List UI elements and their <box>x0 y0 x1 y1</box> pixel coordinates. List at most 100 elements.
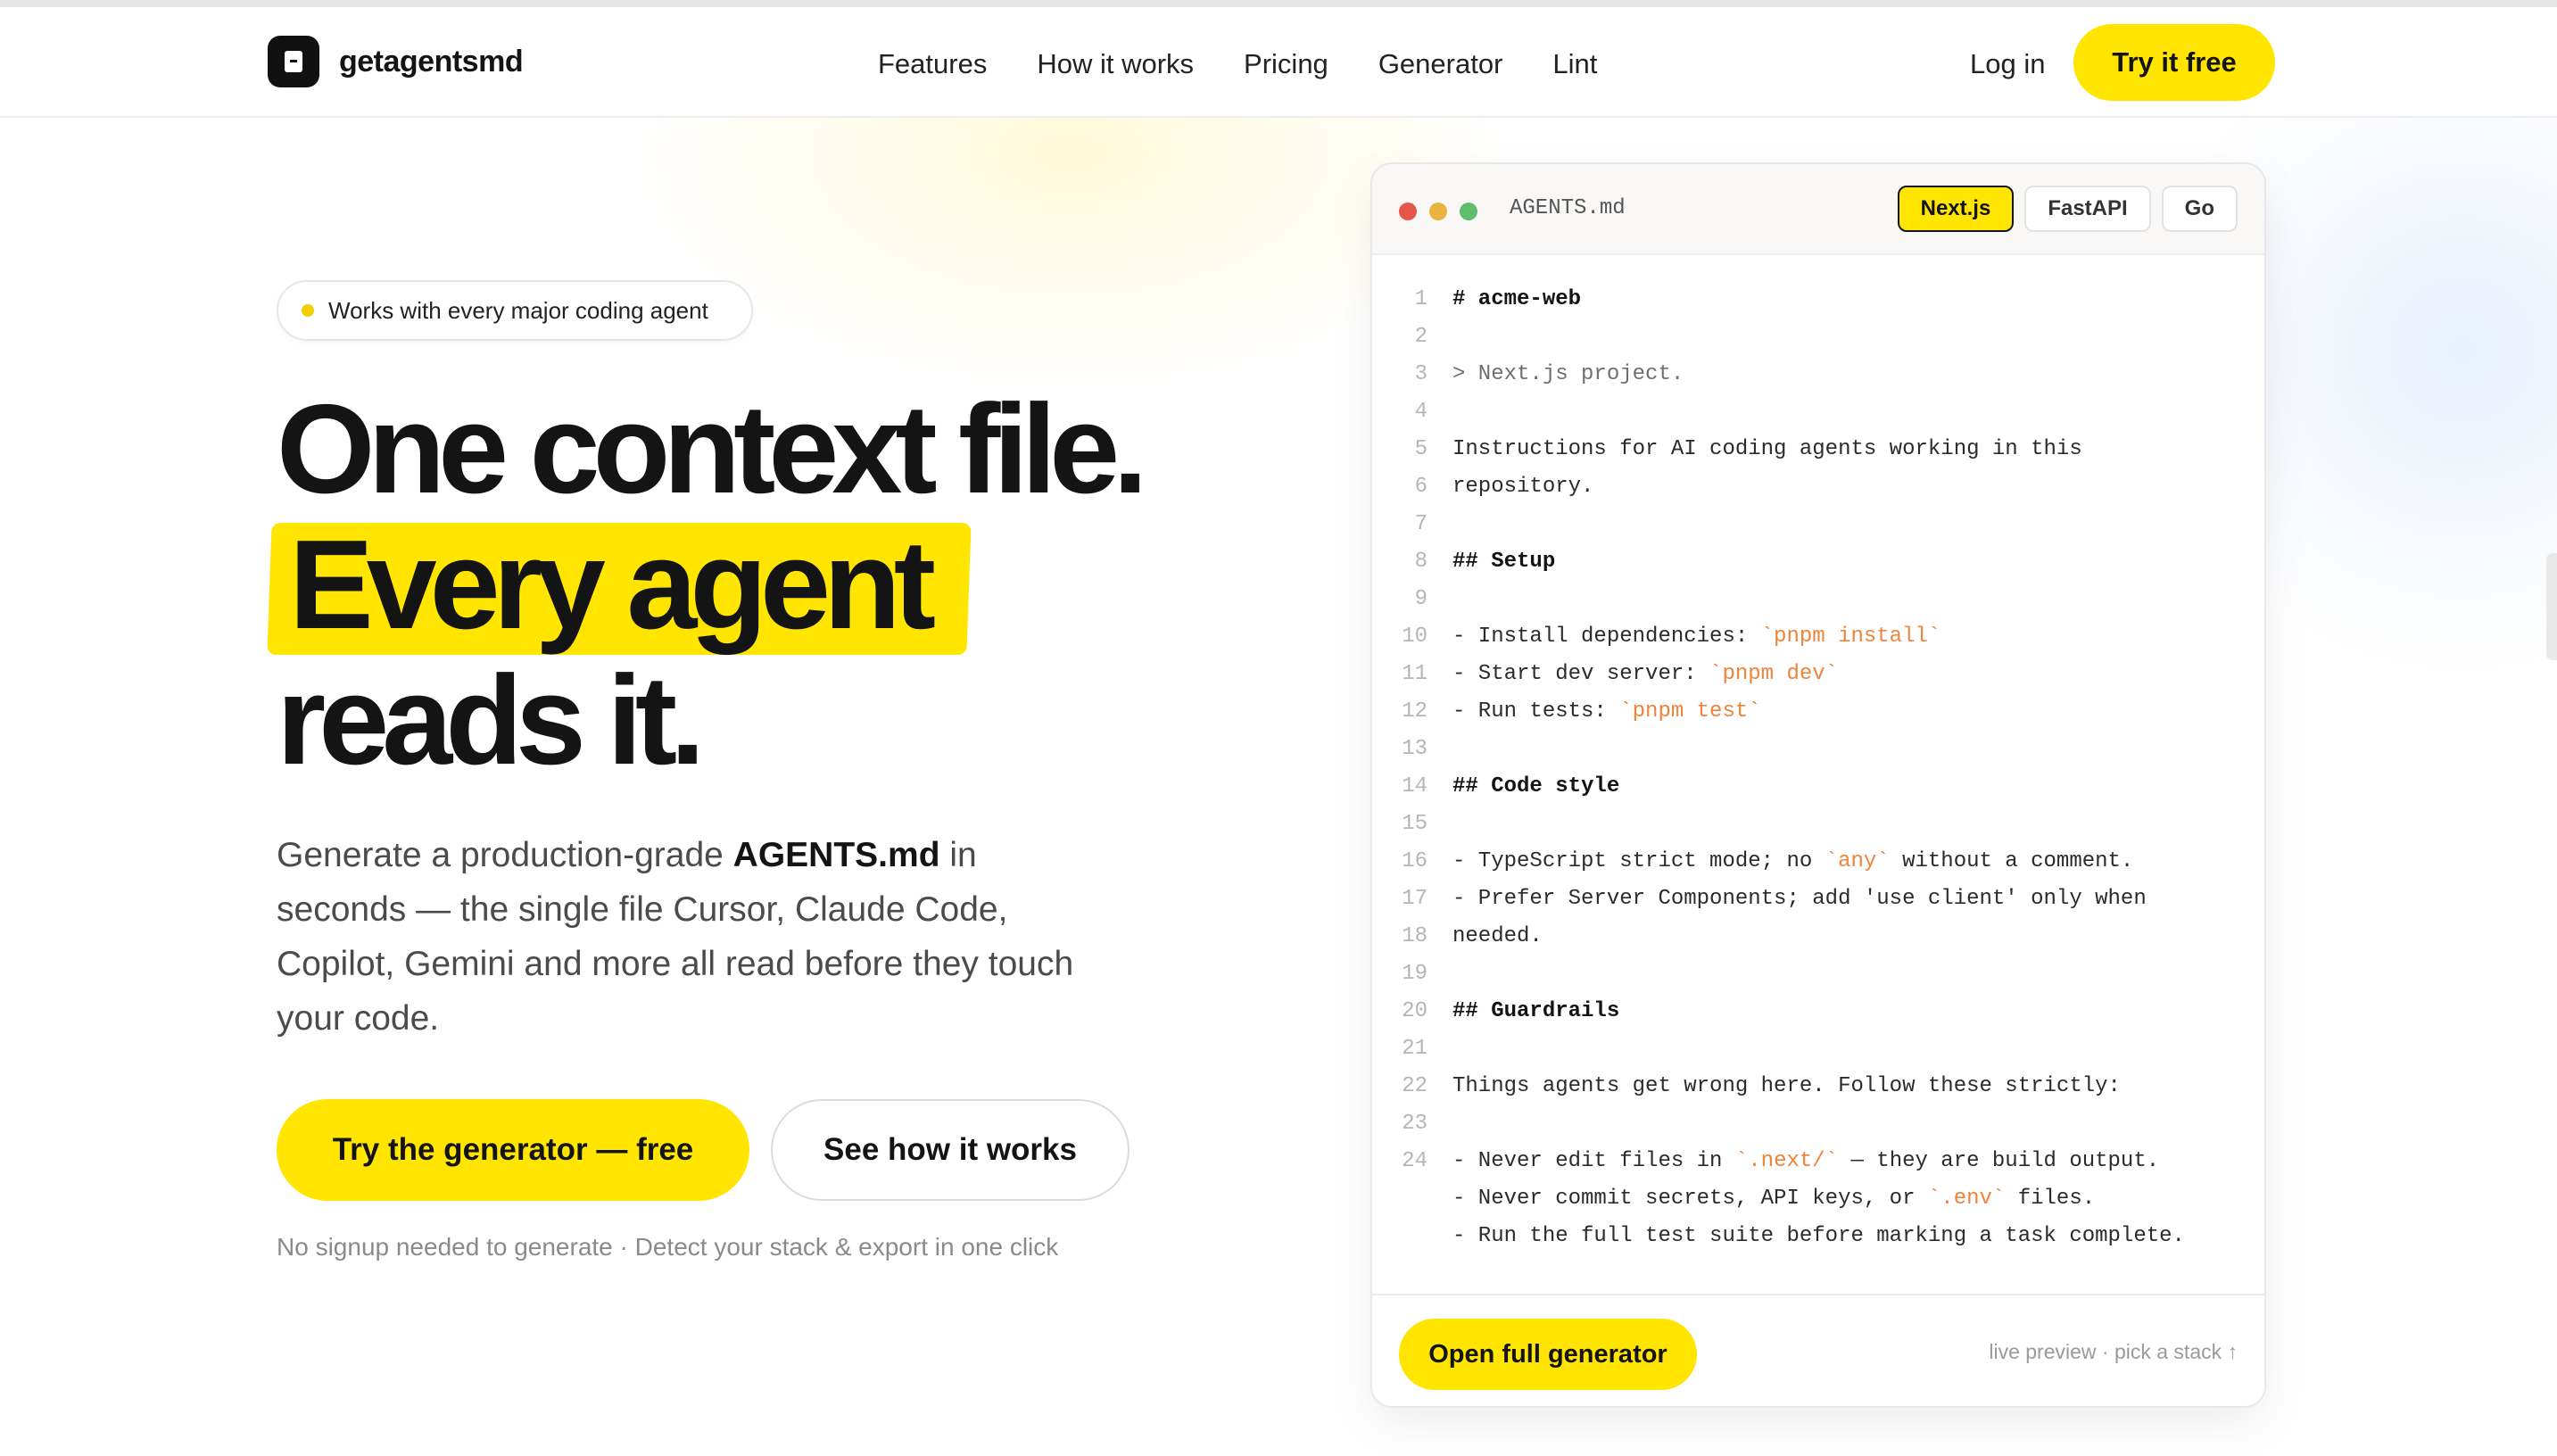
code-line: 3 > Next.js project. <box>1372 355 2264 393</box>
tab-fastapi[interactable]: FastAPI <box>2024 186 2151 232</box>
status-dot-icon <box>302 304 314 317</box>
line-number: 15 <box>1402 811 1427 836</box>
line-number: 7 <box>1414 511 1427 536</box>
hero-title: One context file. Every agent reads it. <box>267 378 1148 791</box>
code-line: 5 Instructions for AI coding agents worki… <box>1372 430 2264 467</box>
editor-file-name: AGENTS.md <box>1510 196 1626 220</box>
code-line: - Run the full test suite before marking… <box>1372 1217 2264 1254</box>
line-number: 19 <box>1402 961 1427 986</box>
code-line: 19 <box>1372 955 2264 992</box>
code-view[interactable]: 1 # acme-web 2 3 > Next.js project. 4 5 Instruc… <box>1372 280 2264 1254</box>
line-number: 24 <box>1402 1148 1427 1173</box>
line-number: 23 <box>1402 1111 1427 1136</box>
tab-nextjs[interactable]: Next.js <box>1897 186 2015 232</box>
code-line: 23 <box>1372 1104 2264 1142</box>
line-number: 4 <box>1414 399 1427 424</box>
code-line: 17 - Prefer Server Components; add 'use c… <box>1372 880 2264 917</box>
hero-title-line-1: One context file. <box>277 378 1148 520</box>
top-nav: getagentsmd Features How it works Pricin… <box>0 7 2557 118</box>
try-generator-button[interactable]: Try the generator — free <box>277 1099 749 1201</box>
line-number: 6 <box>1414 474 1427 499</box>
line-content: Instructions for AI coding agents workin… <box>1452 436 2082 461</box>
document-icon <box>268 36 319 87</box>
line-text: # acme-web <box>1452 287 1581 311</box>
code-line: 22 Things agents get wrong here. Follow t… <box>1372 1067 2264 1104</box>
inline-code: `pnpm dev` <box>1709 661 1839 686</box>
line-text: - Never edit files in `.next/` — they ar… <box>1452 1149 2159 1173</box>
code-line: 7 <box>1372 505 2264 542</box>
editor-titlebar: AGENTS.md Next.js FastAPI Go <box>1372 164 2264 255</box>
side-scroll-handle[interactable] <box>2546 553 2557 660</box>
line-text: Things agents get wrong here. Follow the… <box>1452 1074 2121 1098</box>
line-content-after: files. <box>2005 1186 2096 1211</box>
line-text: - Start dev server: `pnpm dev` <box>1452 662 1838 686</box>
try-it-free-button[interactable]: Try it free <box>2073 24 2275 101</box>
tab-go[interactable]: Go <box>2161 186 2238 232</box>
line-number: 13 <box>1402 736 1427 761</box>
login-link[interactable]: Log in <box>1970 48 2045 80</box>
line-content: - Start dev server: <box>1452 661 1710 686</box>
line-number: 8 <box>1414 549 1427 574</box>
agents-md-preview: AGENTS.md Next.js FastAPI Go 1 # acme-web… <box>1370 162 2266 1408</box>
code-line: 12 - Run tests: `pnpm test` <box>1372 692 2264 730</box>
line-content: - TypeScript strict mode; no <box>1452 848 1825 873</box>
nav-links: Features How it works Pricing Generator … <box>878 48 1647 80</box>
see-how-it-works-button[interactable]: See how it works <box>771 1099 1130 1201</box>
code-line: 16 - TypeScript strict mode; no `any` wit… <box>1372 842 2264 880</box>
top-border <box>0 0 2557 7</box>
line-number: 10 <box>1402 624 1427 649</box>
code-line: 2 <box>1372 318 2264 355</box>
code-line: 24 - Never edit files in `.next/` — they … <box>1372 1142 2264 1179</box>
compat-badge: Works with every major coding agent <box>277 280 753 341</box>
hero-title-line-3: reads it. <box>277 649 706 791</box>
stack-tabs: Next.js FastAPI Go <box>1887 186 2238 232</box>
preview-hint: live preview · pick a stack ↑ <box>1989 1340 2238 1363</box>
nav-link-features[interactable]: Features <box>878 48 987 80</box>
window-maximize-dot-icon <box>1460 203 1477 220</box>
badge-text: Works with every major coding agent <box>328 296 708 324</box>
inline-code: `pnpm test` <box>1619 699 1761 724</box>
hero-description: Generate a production-grade AGENTS.md in… <box>277 828 1115 1046</box>
nav-link-how-it-works[interactable]: How it works <box>1037 48 1194 80</box>
hero-title-highlight: Every agent <box>267 517 972 655</box>
line-number: 20 <box>1402 998 1427 1023</box>
inline-code: `.env` <box>1927 1186 2006 1211</box>
desc-text-start: Generate a production-grade <box>277 836 733 874</box>
inline-code: `.next/` <box>1734 1148 1839 1173</box>
line-number: 22 <box>1402 1073 1427 1098</box>
code-line: 15 <box>1372 805 2264 842</box>
line-number: 5 <box>1414 436 1427 461</box>
line-number: 9 <box>1414 586 1427 611</box>
code-line: 8 ## Setup <box>1372 542 2264 580</box>
open-full-generator-button[interactable]: Open full generator <box>1399 1319 1697 1390</box>
fine-print: No signup needed to generate · Detect yo… <box>277 1233 1059 1261</box>
line-text: needed. <box>1452 924 1543 948</box>
line-text: - Run tests: `pnpm test` <box>1452 699 1761 724</box>
line-content: ## Code style <box>1452 774 1620 798</box>
line-number: 18 <box>1402 923 1427 948</box>
line-content: repository. <box>1452 474 1594 499</box>
nav-link-pricing[interactable]: Pricing <box>1244 48 1328 80</box>
line-text: - TypeScript strict mode; no `any` witho… <box>1452 849 2133 873</box>
nav-link-generator[interactable]: Generator <box>1378 48 1503 80</box>
line-content: - Run tests: <box>1452 699 1620 724</box>
line-content: ## Guardrails <box>1452 998 1620 1023</box>
code-line: 6 repository. <box>1372 467 2264 505</box>
code-line: 14 ## Code style <box>1372 767 2264 805</box>
inline-code: `pnpm install` <box>1760 624 1941 649</box>
inline-code: `any` <box>1825 848 1890 873</box>
line-text: - Prefer Server Components; add 'use cli… <box>1452 887 2147 911</box>
line-number: 11 <box>1402 661 1427 686</box>
line-content: - Prefer Server Components; add 'use cli… <box>1452 886 2147 911</box>
nav-link-lint[interactable]: Lint <box>1552 48 1597 80</box>
code-line: - Never commit secrets, API keys, or `.e… <box>1372 1179 2264 1217</box>
line-text: - Install dependencies: `pnpm install` <box>1452 625 1941 649</box>
code-line: 9 <box>1372 580 2264 617</box>
line-number: 21 <box>1402 1036 1427 1061</box>
line-content: - Install dependencies: <box>1452 624 1761 649</box>
code-line: 10 - Install dependencies: `pnpm install` <box>1372 617 2264 655</box>
code-line: 20 ## Guardrails <box>1372 992 2264 1030</box>
editor-footer: Open full generator live preview · pick … <box>1372 1294 2264 1406</box>
line-content: - Never commit secrets, API keys, or <box>1452 1186 1928 1211</box>
brand-logo[interactable]: getagentsmd <box>268 36 524 87</box>
